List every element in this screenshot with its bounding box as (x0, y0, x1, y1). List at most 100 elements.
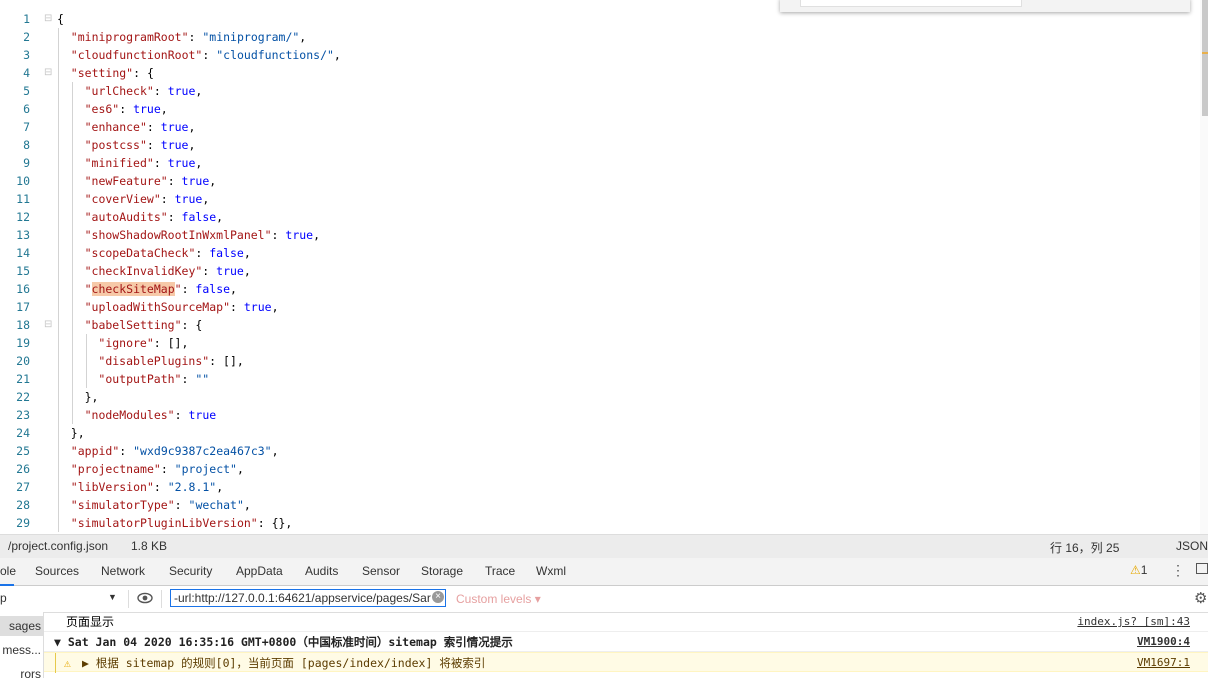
find-input[interactable] (800, 0, 1022, 7)
warning-icon: ⚠ (1130, 563, 1141, 577)
line-number: 7 (23, 120, 30, 134)
code-token: "miniprogram/" (202, 30, 300, 44)
source-link[interactable]: VM1900:4 (1137, 632, 1190, 652)
code-token: "enhance" (84, 120, 147, 134)
context-value: p (0, 591, 7, 605)
line-number: 20 (16, 354, 30, 368)
file-size: 1.8 KB (131, 539, 168, 553)
overview-ruler-mark (1202, 52, 1208, 54)
code-token: , (160, 102, 168, 116)
indent-guide (85, 334, 87, 352)
console-filter-input[interactable]: -url:http://127.0.0.1:64621/appservice/p… (170, 589, 446, 607)
tab-console[interactable]: ole (0, 564, 16, 578)
console-message[interactable]: 页面显示 index.js? [sm]:43 (44, 612, 1208, 632)
code-line: }, (57, 424, 1188, 442)
code-token: : (160, 192, 175, 206)
code-token: : (160, 462, 175, 476)
fold-toggle-icon[interactable]: ⊟ (44, 316, 52, 334)
indent-guide (58, 496, 59, 514)
code-token: "wechat" (188, 498, 244, 512)
fold-toggle-icon[interactable]: ⊟ (44, 64, 52, 82)
line-number: 26 (16, 462, 30, 476)
code-token: , (243, 498, 251, 512)
line-number: 15 (16, 264, 30, 278)
code-token: : (181, 282, 196, 296)
line-number: 6 (23, 102, 30, 116)
code-line: "scopeDataCheck": false, (57, 244, 1188, 262)
tab-sources[interactable]: Sources (35, 564, 79, 578)
cursor-position[interactable]: 行 16，列 25 (1050, 539, 1119, 556)
indent-guide (58, 154, 59, 172)
more-options-icon[interactable]: ⋮ (1171, 562, 1185, 579)
code-line: "urlCheck": true, (57, 82, 1188, 100)
warning-icon: ⚠ (64, 656, 71, 670)
find-widget[interactable] (780, 0, 1190, 12)
tab-trace[interactable]: Trace (485, 564, 515, 578)
code-token: , (299, 30, 307, 44)
gear-icon[interactable]: ⚙ (1194, 589, 1207, 607)
code-token: : (202, 48, 217, 62)
sidebar-item-messages[interactable]: sages (0, 616, 43, 636)
code-token: { (57, 12, 64, 26)
editor-scroll-thumb[interactable] (1202, 0, 1208, 116)
code-token: : [], (209, 354, 244, 368)
source-link[interactable]: index.js? [sm]:43 (1077, 612, 1190, 632)
line-number: 1 (23, 12, 30, 26)
clear-filter-icon[interactable]: × (432, 591, 444, 603)
dock-side-icon[interactable] (1196, 563, 1208, 574)
eye-icon[interactable] (137, 591, 153, 605)
code-line: }, (57, 388, 1188, 406)
tab-storage[interactable]: Storage (421, 564, 463, 578)
code-token: "urlCheck" (84, 84, 154, 98)
indent-guide (58, 28, 59, 46)
code-token: "showShadowRootInWxmlPanel" (84, 228, 272, 242)
indent-guide (58, 424, 59, 442)
code-token: : (174, 498, 189, 512)
indent-guide (58, 406, 59, 424)
indent-guide (58, 388, 59, 406)
code-editor[interactable]: 1 2 3 4 5 6 7 8 9 10 11 12 13 14 15 16 17 18 19 20 21 22 23 24 2… (0, 0, 1208, 534)
tab-network[interactable]: Network (101, 564, 145, 578)
code-token: "libVersion" (70, 480, 154, 494)
indent-guide (58, 208, 59, 226)
tab-security[interactable]: Security (169, 564, 212, 578)
sidebar-item-user-messages[interactable]: mess... (0, 640, 43, 660)
code-line: "uploadWithSourceMap": true, (57, 298, 1188, 316)
code-token: , (195, 84, 203, 98)
fold-toggle-icon[interactable]: ⊟ (44, 10, 52, 28)
code-token: "scopeDataCheck" (84, 246, 196, 260)
code-content[interactable]: {"miniprogramRoot": "miniprogram/", "clou… (57, 10, 1188, 532)
indent-guide (71, 316, 73, 334)
context-selector[interactable]: p ▼ (0, 591, 122, 607)
tab-appdata[interactable]: AppData (236, 564, 283, 578)
code-token: , (195, 156, 203, 170)
line-number: 14 (16, 246, 30, 260)
code-token: "ignore" (98, 336, 154, 350)
editor-scrollbar[interactable] (1200, 0, 1208, 534)
code-token: , (188, 138, 196, 152)
line-number: 13 (16, 228, 30, 242)
log-levels-dropdown[interactable]: Custom levels ▾ (456, 592, 541, 606)
tab-wxml[interactable]: Wxml (536, 564, 566, 578)
code-token: , (313, 228, 321, 242)
tab-sensor[interactable]: Sensor (362, 564, 400, 578)
indent-guide (71, 100, 73, 118)
console-group-header[interactable]: ▼ Sat Jan 04 2020 16:35:16 GMT+0800（中国标准… (44, 632, 1208, 652)
line-number: 18 (16, 318, 30, 332)
indent-guide (58, 514, 59, 532)
indent-guide (71, 82, 73, 100)
code-token: "appid" (70, 444, 120, 458)
language-mode[interactable]: JSON (1176, 539, 1208, 553)
source-link[interactable]: VM1697:1 (1137, 653, 1190, 673)
code-token: true (133, 102, 161, 116)
indent-guide (58, 136, 59, 154)
devtools-tab-bar: ole Sources Network Security AppData Aud… (0, 558, 1208, 586)
line-number: 25 (16, 444, 30, 458)
code-token: , (243, 246, 251, 260)
warning-count-badge[interactable]: ⚠1 (1130, 563, 1147, 577)
sidebar-item-errors[interactable]: rors (0, 664, 43, 678)
code-line: "ignore": [], (57, 334, 1188, 352)
indent-guide (58, 64, 59, 82)
console-warning[interactable]: ⚠ ▶ 根据 sitemap 的规则[0]，当前页面 [pages/index/… (44, 652, 1208, 673)
tab-audits[interactable]: Audits (305, 564, 338, 578)
